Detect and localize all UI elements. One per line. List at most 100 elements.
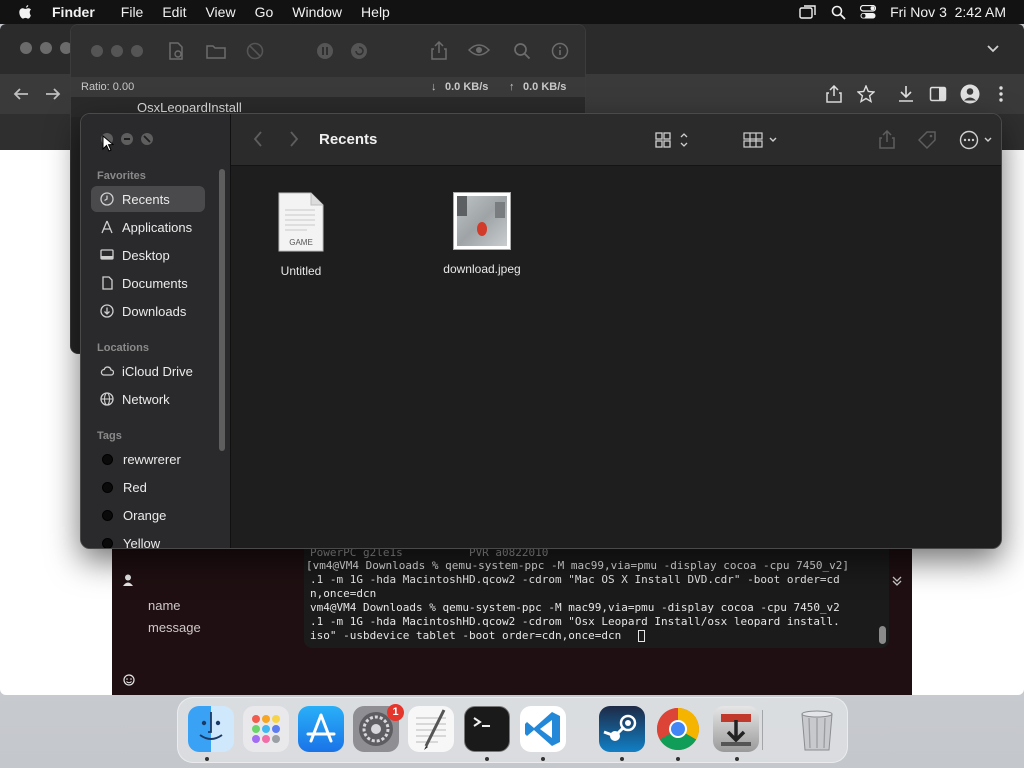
user-icon bbox=[123, 574, 133, 586]
sidebar-tag-yellow[interactable]: Yellow bbox=[91, 530, 205, 549]
sidebar-item-documents[interactable]: Documents bbox=[91, 270, 205, 296]
eye-icon[interactable] bbox=[468, 43, 490, 57]
forward-chevron-icon[interactable] bbox=[289, 131, 299, 147]
dock-chrome-icon[interactable] bbox=[655, 706, 701, 752]
more-actions-icon[interactable] bbox=[959, 130, 995, 150]
locations-header: Locations bbox=[97, 342, 149, 354]
dock-launchpad-icon[interactable] bbox=[243, 706, 289, 752]
sidebar-item-label: Orange bbox=[123, 507, 167, 523]
dock-app-store-icon[interactable] bbox=[298, 706, 344, 752]
dock-trash-icon[interactable] bbox=[794, 706, 840, 752]
more-vertical-icon[interactable] bbox=[998, 85, 1004, 103]
torrent-close-button[interactable] bbox=[91, 45, 103, 57]
menu-help[interactable]: Help bbox=[361, 4, 390, 20]
icon-view-toggle-icon[interactable] bbox=[655, 132, 689, 148]
tag-color-dot bbox=[102, 509, 113, 521]
sidebar-item-applications[interactable]: Applications bbox=[91, 214, 205, 240]
terminal-line: vm4@VM4 Downloads % qemu-system-ppc -M m… bbox=[310, 601, 840, 614]
favorites-header: Favorites bbox=[97, 170, 146, 182]
browser-minimize-button[interactable] bbox=[40, 42, 52, 54]
chevron-double-down-icon[interactable] bbox=[892, 576, 902, 586]
sidebar-item-label: iCloud Drive bbox=[122, 363, 193, 379]
dock-textedit-icon[interactable] bbox=[408, 706, 454, 752]
share-icon[interactable] bbox=[879, 130, 895, 149]
resume-icon[interactable] bbox=[350, 42, 368, 60]
globe-icon bbox=[100, 392, 114, 406]
finder-window[interactable]: Favorites Recents Applications Desktop D… bbox=[80, 113, 1002, 549]
torrent-minimize-button[interactable] bbox=[111, 45, 123, 57]
torrent-status-bar: Ratio: 0.00 ↓ 0.0 KB/s ↑ 0.0 KB/s bbox=[71, 77, 585, 97]
finder-zoom-button[interactable] bbox=[141, 133, 153, 145]
sidebar-item-recents[interactable]: Recents bbox=[91, 186, 205, 212]
open-folder-icon[interactable] bbox=[206, 43, 226, 59]
back-chevron-icon[interactable] bbox=[253, 131, 263, 147]
tag-icon[interactable] bbox=[917, 130, 937, 150]
sidebar-item-label: Documents bbox=[122, 275, 188, 291]
finder-sidebar: Favorites Recents Applications Desktop D… bbox=[81, 114, 231, 549]
menu-window[interactable]: Window bbox=[292, 4, 342, 20]
torrent-zoom-button[interactable] bbox=[131, 45, 143, 57]
forward-arrow-icon[interactable] bbox=[44, 86, 62, 102]
profile-avatar-icon[interactable] bbox=[960, 84, 980, 104]
dock-steam-icon[interactable] bbox=[599, 706, 645, 752]
back-arrow-icon[interactable] bbox=[12, 86, 30, 102]
menu-edit[interactable]: Edit bbox=[162, 4, 186, 20]
tag-color-dot bbox=[102, 537, 113, 548]
menu-go[interactable]: Go bbox=[255, 4, 274, 20]
pause-icon[interactable] bbox=[316, 42, 334, 60]
dock-vscode-icon[interactable] bbox=[520, 706, 566, 752]
finder-minimize-button[interactable] bbox=[121, 133, 133, 145]
terminal-scrollbar[interactable] bbox=[879, 626, 886, 644]
sidebar-item-icloud-drive[interactable]: iCloud Drive bbox=[91, 358, 205, 384]
clock-datetime[interactable]: Fri Nov 3 2:42 AM bbox=[890, 4, 1006, 20]
search-icon[interactable] bbox=[513, 42, 531, 60]
sidebar-item-label: Network bbox=[122, 391, 170, 407]
file-item[interactable]: download.jpeg bbox=[427, 192, 537, 276]
clock-icon bbox=[100, 192, 114, 206]
running-indicator bbox=[205, 757, 209, 761]
remove-icon[interactable] bbox=[246, 42, 264, 60]
sidebar-item-desktop[interactable]: Desktop bbox=[91, 242, 205, 268]
sidebar-tag-orange[interactable]: Orange bbox=[91, 502, 205, 528]
running-indicator bbox=[485, 757, 489, 761]
download-icon[interactable] bbox=[897, 85, 915, 103]
sidebar-scrollbar[interactable] bbox=[219, 169, 225, 451]
new-torrent-icon[interactable] bbox=[168, 42, 184, 60]
group-by-icon[interactable] bbox=[743, 132, 779, 148]
ratio-label: Ratio: 0.00 bbox=[81, 81, 135, 93]
browser-close-button[interactable] bbox=[20, 42, 32, 54]
menu-file[interactable]: File bbox=[121, 4, 144, 20]
sidebar-item-downloads[interactable]: Downloads bbox=[91, 298, 205, 324]
sidebar-item-network[interactable]: Network bbox=[91, 386, 205, 412]
file-name: Untitled bbox=[280, 264, 322, 278]
running-indicator bbox=[620, 757, 624, 761]
share-icon[interactable] bbox=[826, 85, 842, 103]
screen-mirroring-icon[interactable] bbox=[799, 5, 817, 19]
download-arrow-icon: ↓ bbox=[431, 81, 437, 93]
cloud-icon bbox=[100, 366, 114, 376]
dock-terminal-icon[interactable] bbox=[464, 706, 510, 752]
emoji-icon[interactable] bbox=[123, 674, 135, 686]
info-icon[interactable] bbox=[551, 42, 569, 60]
chevron-down-icon[interactable] bbox=[986, 44, 1000, 54]
sidebar-item-label: Yellow bbox=[123, 535, 161, 549]
share-icon[interactable] bbox=[431, 41, 447, 60]
applications-icon bbox=[101, 220, 113, 234]
spotlight-search-icon[interactable] bbox=[831, 5, 846, 20]
terminal-window[interactable]: PowerPC g2le1s PVR a0822010 [vm4@VM4 Dow… bbox=[304, 548, 889, 648]
bookmark-star-icon[interactable] bbox=[857, 85, 875, 103]
file-badge-text: GAME bbox=[289, 238, 313, 247]
sidebar-toggle-icon[interactable] bbox=[929, 85, 947, 103]
dock-finder-icon[interactable] bbox=[188, 706, 234, 752]
apple-menu-icon[interactable] bbox=[18, 4, 36, 20]
dock-downloads-icon[interactable] bbox=[713, 706, 759, 752]
sidebar-tag-red[interactable]: Red bbox=[91, 474, 205, 500]
menu-view[interactable]: View bbox=[205, 4, 235, 20]
file-item[interactable]: GAME Untitled bbox=[261, 192, 341, 278]
sidebar-tag-rewwrerer[interactable]: rewwrerer bbox=[91, 446, 205, 472]
message-label: message bbox=[148, 620, 201, 635]
control-center-icon[interactable] bbox=[860, 5, 877, 19]
menu-app-name[interactable]: Finder bbox=[52, 4, 95, 20]
finder-content: GAME Untitled download.jpeg bbox=[231, 166, 1001, 548]
notification-badge: 1 bbox=[387, 704, 404, 721]
